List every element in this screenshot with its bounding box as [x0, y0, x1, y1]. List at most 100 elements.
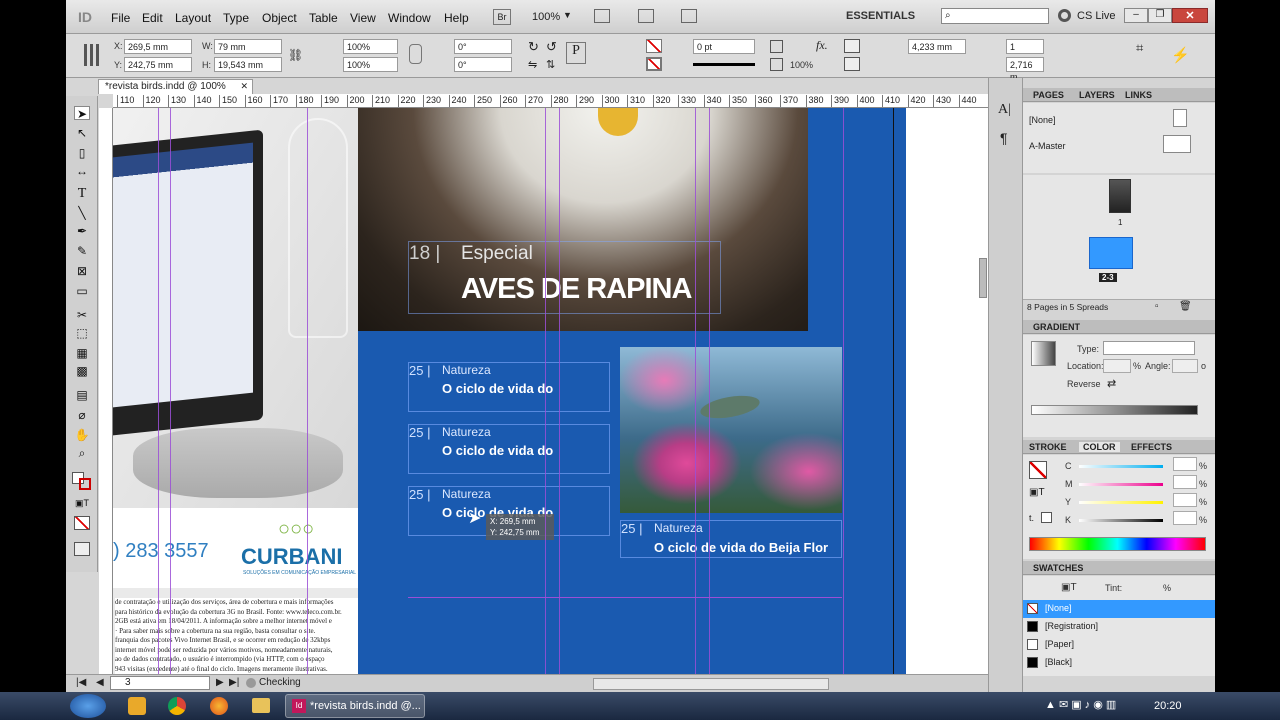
character-styles-icon[interactable]: A| — [998, 102, 1011, 118]
zoom-tool-icon[interactable]: ⌕ — [74, 446, 90, 460]
channel-y-field[interactable] — [1173, 493, 1197, 507]
channel-m-field[interactable] — [1173, 475, 1197, 489]
menu-table[interactable]: Table — [309, 11, 338, 25]
location-field[interactable] — [1103, 359, 1131, 373]
paragraph-styles-icon[interactable]: ¶ — [1000, 130, 1008, 146]
opacity-value[interactable]: 100% — [790, 60, 813, 70]
lightning-icon[interactable]: ⚡ — [1171, 46, 1190, 64]
swatch-row[interactable]: [Registration] — [1023, 618, 1215, 636]
menu-view[interactable]: View — [350, 11, 376, 25]
stroke-swatch[interactable] — [646, 57, 662, 71]
menu-layout[interactable]: Layout — [175, 11, 211, 25]
content-fitting-icon[interactable]: P — [566, 42, 586, 64]
rotate-ccw-icon[interactable]: ↺ — [546, 39, 557, 55]
height-field[interactable]: 19,543 mm — [214, 57, 282, 72]
tab-stroke[interactable]: STROKE — [1029, 442, 1067, 452]
columns-field[interactable]: 1 — [1006, 39, 1044, 54]
angle-field[interactable] — [1172, 359, 1198, 373]
chrome-icon[interactable] — [168, 697, 186, 715]
gutter-field[interactable]: 2,716 m — [1006, 57, 1044, 82]
color-spectrum[interactable] — [1029, 537, 1206, 551]
firefox-icon[interactable] — [210, 697, 228, 715]
cs-live-button[interactable]: CS Live — [1077, 10, 1116, 22]
maximize-button[interactable]: ❐ — [1148, 8, 1172, 23]
color-fill-proxy[interactable] — [1029, 461, 1047, 479]
gap-field[interactable]: 4,233 mm — [908, 39, 966, 54]
toc-item[interactable]: 25 | Natureza O ciclo de vida do — [408, 424, 610, 474]
stroke-color-icon[interactable] — [79, 478, 91, 490]
rotate-cw-icon[interactable]: ↻ — [528, 39, 539, 55]
gradient-title[interactable]: GRADIENT — [1033, 322, 1080, 332]
swatch-row[interactable]: [Paper] — [1023, 636, 1215, 654]
channel-k-slider[interactable] — [1079, 519, 1163, 522]
line-tool-icon[interactable]: ╲ — [74, 206, 90, 220]
tab-layers[interactable]: LAYERS — [1079, 90, 1115, 100]
formatting-affects-icon[interactable]: ▣T — [1029, 487, 1045, 498]
constrain-scale-icon[interactable] — [409, 44, 422, 64]
menu-object[interactable]: Object — [262, 11, 297, 25]
width-field[interactable]: 79 mm — [214, 39, 282, 54]
scale-y-field[interactable]: 100% — [343, 57, 398, 72]
formatting-container-icon[interactable]: ▣T — [74, 498, 90, 512]
channel-y-slider[interactable] — [1079, 501, 1163, 504]
rotation-angle-field[interactable]: 0° — [454, 39, 512, 54]
selected-spread-thumbnail[interactable] — [1089, 237, 1133, 269]
text-frame-options-icon[interactable]: ⌗ — [1136, 40, 1143, 56]
page-thumbnail[interactable] — [1109, 179, 1131, 213]
fx-icon[interactable]: fx. — [816, 38, 828, 53]
rectangle-tool-icon[interactable]: ▭ — [74, 284, 90, 298]
workspace-switcher[interactable]: ESSENTIALS — [846, 10, 915, 22]
channel-k-field[interactable] — [1173, 511, 1197, 525]
menu-type[interactable]: Type — [223, 11, 249, 25]
view-options-icon[interactable] — [594, 9, 610, 23]
gradient-ramp[interactable] — [1031, 405, 1198, 415]
master-none-thumbnail[interactable] — [1173, 109, 1187, 127]
flip-vertical-icon[interactable]: ⇅ — [546, 58, 555, 71]
align-center-icon[interactable] — [844, 57, 860, 71]
feature-frame[interactable]: 18 | Especial AVES DE RAPINA — [408, 241, 721, 314]
vertical-scrollbar-thumb[interactable] — [979, 258, 987, 298]
pencil-tool-icon[interactable]: ✎ — [74, 244, 90, 258]
new-page-icon[interactable]: ▫ — [1155, 301, 1159, 312]
channel-m-slider[interactable] — [1079, 483, 1163, 486]
effects-icon[interactable] — [770, 58, 783, 71]
bridge-button[interactable]: Br — [493, 9, 511, 25]
rectangle-frame-tool-icon[interactable]: ⊠ — [74, 264, 90, 278]
master-none[interactable]: [None] — [1029, 115, 1056, 125]
reference-point-icon[interactable] — [84, 44, 102, 66]
apply-none-icon[interactable] — [74, 516, 90, 530]
tab-effects[interactable]: EFFECTS — [1131, 442, 1172, 452]
stroke-weight-field[interactable]: 0 pt — [693, 39, 755, 54]
swatch-row[interactable]: [Black] — [1023, 654, 1215, 672]
swatches-title[interactable]: SWATCHES — [1033, 563, 1083, 573]
master-a[interactable]: A-Master — [1029, 141, 1066, 151]
scissors-tool-icon[interactable]: ✂ — [74, 308, 90, 322]
close-tab-icon[interactable]: ✕ — [240, 81, 248, 92]
start-button[interactable] — [70, 694, 106, 718]
tab-color[interactable]: COLOR — [1079, 442, 1120, 452]
zoom-dropdown-icon[interactable]: ▼ — [563, 10, 572, 20]
prev-page-icon[interactable]: ◀ — [96, 677, 104, 688]
hummingbird-photo[interactable] — [620, 347, 842, 513]
preflight-status[interactable]: Checking — [259, 677, 301, 688]
menu-edit[interactable]: Edit — [142, 11, 163, 25]
flip-horizontal-icon[interactable]: ⇋ — [528, 58, 537, 71]
free-transform-tool-icon[interactable]: ⬚ — [74, 326, 90, 340]
channel-c-slider[interactable] — [1079, 465, 1163, 468]
tray-icons[interactable]: ▲ ✉ ▣ ♪ ◉ ▥ — [1045, 698, 1116, 711]
pen-tool-icon[interactable]: ✒ — [74, 224, 90, 238]
gradient-type-select[interactable] — [1103, 341, 1195, 355]
menu-file[interactable]: File — [111, 11, 130, 25]
type-tool-icon[interactable]: T — [74, 186, 90, 201]
menu-window[interactable]: Window — [388, 11, 431, 25]
arrange-documents-icon[interactable] — [681, 9, 697, 23]
close-button[interactable]: ✕ — [1172, 8, 1208, 23]
photo-caption[interactable]: 25 | Natureza O ciclo de vida do Beija F… — [620, 520, 842, 558]
pasteboard[interactable]: ) 283 3557 ○○○ CURBANI SOLUÇÕES EM COMUN… — [113, 108, 988, 674]
constrain-proportions-icon[interactable]: ⛓ — [288, 48, 303, 62]
reverse-gradient-icon[interactable]: ⇄ — [1107, 377, 1116, 390]
selection-tool-icon[interactable]: ➤ — [74, 106, 90, 121]
last-color-icon[interactable] — [1041, 512, 1052, 523]
fill-swatch[interactable] — [646, 39, 662, 53]
shear-angle-field[interactable]: 0° — [454, 57, 512, 72]
